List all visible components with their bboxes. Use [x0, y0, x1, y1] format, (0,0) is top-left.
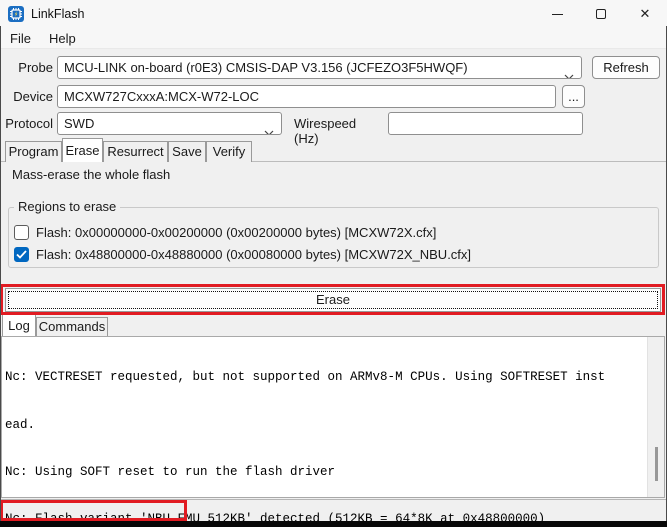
minimize-icon	[551, 13, 563, 15]
menu-file[interactable]: File	[1, 28, 40, 49]
window-border-left	[0, 26, 1, 527]
log-scrollbar-thumb[interactable]	[655, 447, 658, 481]
highlight-annotation-status	[0, 500, 187, 521]
region-row-flash-main[interactable]: Flash: 0x00000000-0x00200000 (0x00200000…	[14, 224, 436, 241]
tab-program[interactable]: Program	[5, 141, 62, 162]
maximize-icon	[596, 9, 606, 19]
window-controls: ✕	[535, 0, 667, 28]
device-field[interactable]: MCXW727CxxxA:MCX-W72-LOC	[57, 85, 556, 108]
tab-save[interactable]: Save	[168, 141, 206, 162]
close-button[interactable]: ✕	[623, 0, 667, 28]
menu-help[interactable]: Help	[40, 28, 85, 49]
wirespeed-label: Wirespeed (Hz)	[294, 116, 357, 146]
maximize-button[interactable]	[579, 0, 623, 28]
tab-log[interactable]: Log	[2, 314, 36, 336]
device-label: Device	[13, 89, 53, 104]
protocol-label: Protocol	[5, 116, 53, 131]
highlight-annotation-erase	[0, 284, 665, 315]
refresh-button[interactable]: Refresh	[592, 56, 660, 79]
probe-label: Probe	[18, 60, 53, 75]
probe-combobox[interactable]: MCU-LINK on-board (r0E3) CMSIS-DAP V3.15…	[57, 56, 582, 79]
linkflash-window: LinkFlash ✕ File Help Probe MCU-LINK on-…	[0, 0, 667, 527]
regions-group-label: Regions to erase	[14, 199, 121, 214]
log-line: Nc: Using SOFT reset to run the flash dr…	[5, 464, 336, 479]
region-label: Flash: 0x00000000-0x00200000 (0x00200000…	[36, 225, 437, 240]
probe-value: MCU-LINK on-board (r0E3) CMSIS-DAP V3.15…	[64, 60, 468, 75]
chevron-down-icon	[264, 121, 274, 134]
log-line: Nc: VECTRESET requested, but not support…	[5, 370, 606, 385]
log-output[interactable]: Nc: VECTRESET requested, but not support…	[1, 336, 665, 526]
tab-erase[interactable]: Erase	[62, 138, 103, 162]
tab-commands[interactable]: Commands	[36, 317, 108, 336]
screenshot-bottom-strip	[0, 521, 667, 527]
protocol-value: SWD	[64, 116, 95, 131]
log-text: Nc: VECTRESET requested, but not support…	[5, 339, 643, 527]
tab-verify[interactable]: Verify	[206, 141, 252, 162]
region-row-flash-nbu[interactable]: Flash: 0x48800000-0x48880000 (0x00080000…	[14, 246, 471, 263]
close-icon: ✕	[639, 6, 651, 22]
wirespeed-input[interactable]	[388, 112, 583, 135]
device-browse-button[interactable]: ...	[562, 85, 585, 108]
minimize-button[interactable]	[535, 0, 579, 28]
chevron-down-icon	[564, 65, 574, 78]
window-title: LinkFlash	[31, 7, 85, 21]
app-logo-icon	[8, 6, 24, 22]
checkbox-checked-icon[interactable]	[14, 247, 29, 262]
mass-erase-description: Mass-erase the whole flash	[12, 167, 171, 182]
log-scrollbar[interactable]	[647, 337, 664, 497]
tab-resurrect[interactable]: Resurrect	[103, 141, 168, 162]
titlebar: LinkFlash ✕	[0, 0, 667, 28]
log-line: ead.	[5, 417, 36, 432]
region-label: Flash: 0x48800000-0x48880000 (0x00080000…	[36, 247, 472, 262]
protocol-combobox[interactable]: SWD	[57, 112, 282, 135]
menubar: File Help	[1, 28, 666, 49]
checkbox-unchecked-icon[interactable]	[14, 225, 29, 240]
